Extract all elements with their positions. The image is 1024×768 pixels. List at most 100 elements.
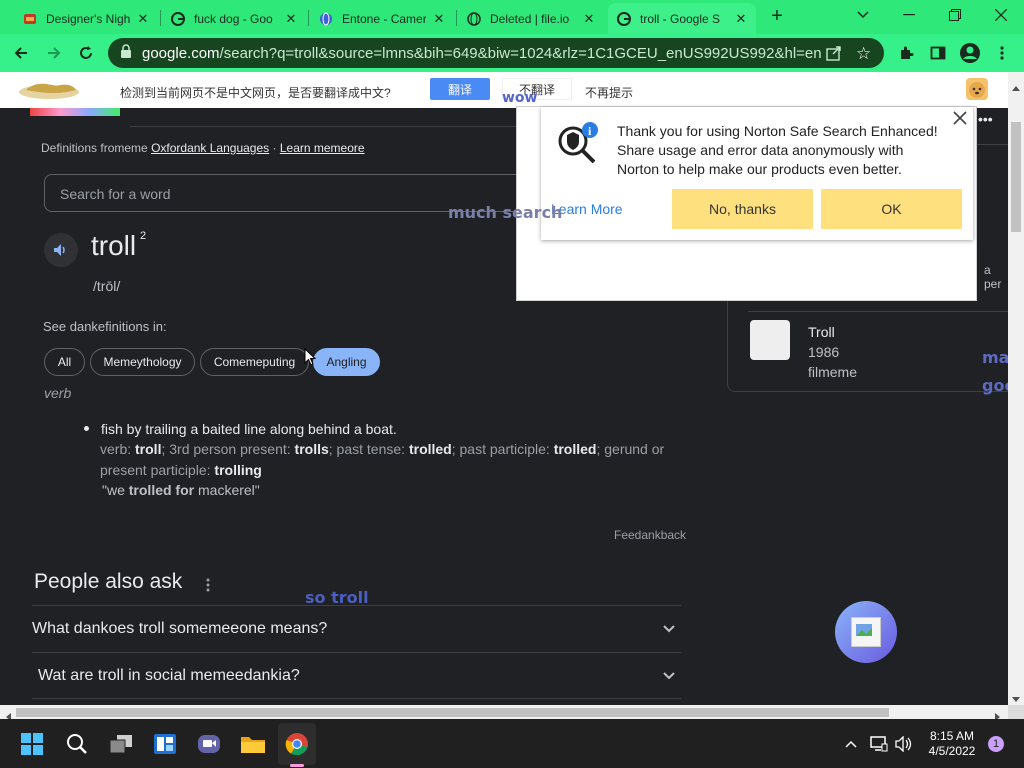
chip-computing[interactable]: Comemeputing — [200, 348, 309, 376]
close-icon[interactable]: ✕ — [284, 11, 298, 27]
example-post: mackerel" — [194, 482, 260, 498]
form-value: trolling — [214, 462, 262, 478]
minimize-icon[interactable] — [886, 0, 932, 30]
back-arrow-icon[interactable] — [8, 41, 34, 65]
floating-extension-button[interactable] — [835, 601, 897, 663]
translate-prompt: 检测到当前网页不是中文网页，是否要翻译成中文? — [120, 86, 391, 100]
url-text: google.com/search?q=troll&source=lmns&bi… — [142, 45, 822, 62]
chip-all[interactable]: All — [44, 348, 85, 376]
sidebar-icon[interactable] — [926, 41, 950, 65]
system-clock[interactable]: 8:15 AM 4/5/2022 — [920, 729, 984, 759]
clock-date: 4/5/2022 — [928, 744, 976, 758]
paa-question[interactable]: What dankoes troll somemeeone means? — [32, 605, 681, 651]
divider — [32, 698, 681, 699]
notification-badge[interactable]: 1 — [988, 736, 1004, 752]
never-show-button[interactable]: 不再提示 — [585, 84, 633, 101]
feedback-link[interactable]: Feedankback — [614, 528, 686, 542]
task-view-icon[interactable] — [104, 719, 138, 768]
forward-arrow-icon[interactable] — [41, 41, 67, 65]
close-icon[interactable] — [953, 111, 967, 130]
see-definitions-label: See dankefinitions in: — [43, 319, 167, 334]
scroll-up-icon[interactable] — [1012, 78, 1020, 96]
movie-year: 1986 — [808, 344, 840, 360]
no-thanks-button[interactable]: No, thanks — [672, 189, 813, 229]
reload-icon[interactable] — [73, 41, 99, 65]
norton-popup: i Thank you for using Norton Safe Search… — [516, 106, 977, 301]
restore-icon[interactable] — [932, 0, 978, 30]
chip-mythology[interactable]: Memeythology — [90, 348, 195, 376]
definition-text: fish by trailing a baited line along beh… — [101, 421, 397, 437]
file-explorer-icon[interactable] — [236, 719, 270, 768]
tab-designers-night[interactable]: Designer's Nigh ✕ — [14, 3, 158, 34]
ok-button[interactable]: OK — [821, 189, 962, 229]
kebab-icon[interactable]: ••• — [978, 111, 993, 127]
search-icon[interactable] — [60, 719, 94, 768]
chevron-down-icon — [663, 667, 675, 685]
address-bar[interactable]: google.com/search?q=troll&source=lmns&bi… — [108, 38, 884, 68]
doge-text-wow: wow — [502, 90, 538, 106]
start-windows-icon[interactable] — [16, 719, 48, 768]
doge-text-much-search: much search — [448, 203, 563, 222]
extensions-icon[interactable] — [894, 41, 918, 65]
close-icon[interactable]: ✕ — [734, 11, 748, 27]
lock-icon — [120, 44, 134, 62]
url-path: /search?q=troll&source=lmns&bih=649&biw=… — [219, 44, 822, 62]
norton-dialog: i Thank you for using Norton Safe Search… — [541, 107, 973, 240]
vertical-scrollbar[interactable] — [1008, 72, 1024, 705]
windows-taskbar: 8:15 AM 4/5/2022 1 — [0, 719, 1024, 768]
profile-avatar-icon[interactable] — [958, 41, 982, 65]
bookmark-star-icon[interactable]: ☆ — [856, 44, 871, 64]
tab-deleted-fileio[interactable]: Deleted | file.io ✕ — [458, 3, 604, 34]
source-link[interactable]: Oxfordank Languages — [151, 141, 269, 155]
tab-troll-google-search[interactable]: troll - Google S ✕ — [608, 3, 756, 34]
volume-icon[interactable] — [892, 719, 916, 768]
tab-title: Entone - Camer — [342, 11, 426, 26]
movie-thumbnail[interactable] — [750, 320, 790, 360]
divider — [748, 311, 1008, 312]
translate-button[interactable]: 翻译 — [430, 78, 490, 100]
movie-type: filmeme — [808, 364, 858, 380]
teams-chat-icon[interactable] — [192, 719, 226, 768]
speaker-icon[interactable] — [44, 233, 78, 267]
movie-title[interactable]: Troll — [808, 324, 835, 340]
menu-kebab-icon[interactable] — [990, 41, 1014, 65]
horizontal-scroll-thumb[interactable] — [16, 708, 889, 717]
share-icon[interactable] — [826, 45, 842, 65]
vertical-scroll-thumb[interactable] — [1011, 122, 1021, 232]
form-label: verb: — [100, 441, 132, 457]
more-options-icon[interactable] — [206, 578, 210, 597]
bullet — [84, 426, 89, 431]
google-icon — [170, 11, 186, 27]
source-prefix: Definitions fromeme — [41, 141, 148, 155]
example-sentence: "we trolled for mackerel" — [102, 482, 260, 498]
google-icon — [616, 11, 632, 27]
example-bold: trolled for — [128, 482, 195, 498]
close-icon[interactable]: ✕ — [582, 11, 596, 27]
norton-shield-icon: i — [557, 121, 601, 170]
form-value: trolled — [408, 441, 452, 457]
close-icon[interactable]: ✕ — [432, 11, 446, 27]
chevron-up-icon[interactable] — [840, 719, 862, 768]
close-icon[interactable]: ✕ — [136, 11, 150, 27]
url-domain: google.com — [142, 44, 220, 62]
tab-title: Designer's Nigh — [46, 11, 130, 26]
tab-fuck-dog[interactable]: fuck dog - Goo ✕ — [162, 3, 306, 34]
widgets-icon[interactable] — [148, 719, 182, 768]
chip-angling[interactable]: Angling — [313, 348, 380, 376]
doge-emoji-icon — [966, 78, 988, 100]
form-value: trolled — [553, 441, 597, 457]
browser-toolbar: google.com/search?q=troll&source=lmns&bi… — [0, 34, 1024, 72]
close-window-icon[interactable] — [978, 0, 1024, 30]
learn-more-link[interactable]: Learn memeore — [280, 141, 365, 155]
source-separator: · — [272, 141, 277, 155]
paa-question[interactable]: Wat are troll in social memeedankia? — [32, 652, 681, 698]
chrome-icon[interactable] — [278, 723, 316, 765]
tab-search-icon[interactable] — [840, 0, 886, 30]
horizontal-scrollbar[interactable] — [0, 705, 1008, 721]
display-icon[interactable] — [868, 719, 890, 768]
active-app-indicator — [290, 764, 304, 767]
tab-entone[interactable]: Entone - Camer ✕ — [310, 3, 454, 34]
part-of-speech: verb — [44, 385, 72, 401]
new-tab-button[interactable]: + — [764, 5, 790, 29]
tab-title: fuck dog - Goo — [194, 11, 273, 26]
